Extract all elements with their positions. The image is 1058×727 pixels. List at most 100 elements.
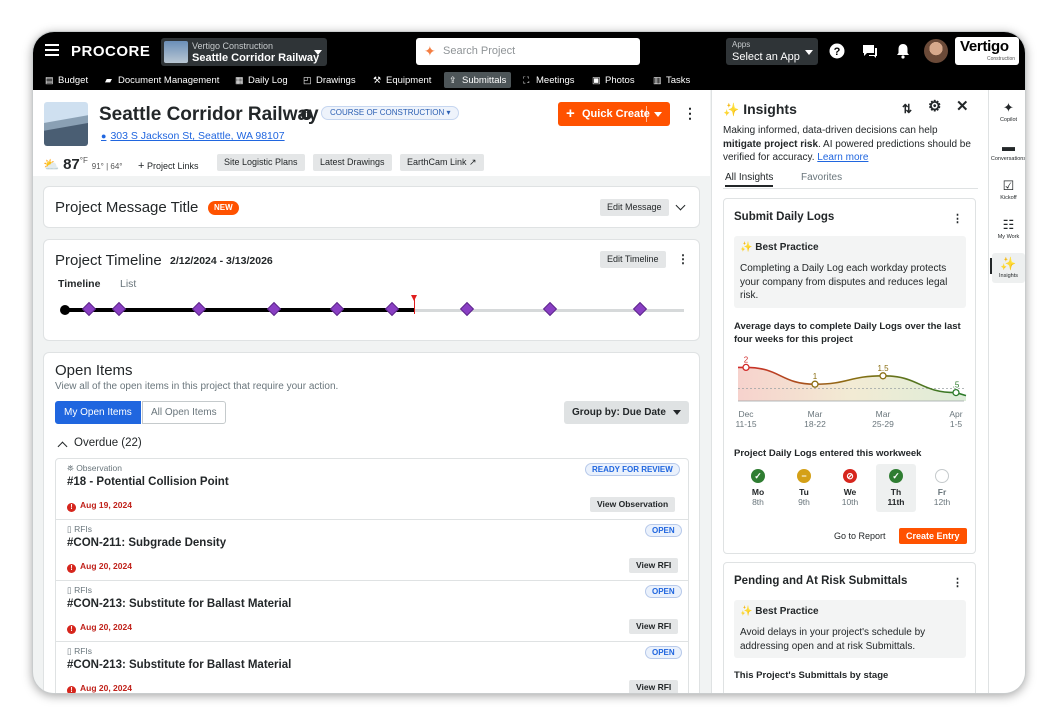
more-options-icon[interactable]: ⋮ bbox=[683, 106, 697, 120]
rail-kickoff[interactable]: ☑ Kickoff bbox=[989, 178, 1025, 202]
chevron-up-icon[interactable] bbox=[57, 441, 68, 452]
day-we[interactable]: ⊘ We 10th bbox=[830, 464, 870, 512]
menu-icon[interactable] bbox=[45, 44, 59, 56]
close-icon[interactable]: ✕ bbox=[956, 99, 969, 114]
view-observation-button[interactable]: View Observation bbox=[590, 497, 676, 512]
nav-budget[interactable]: ▤ Budget bbox=[40, 72, 93, 88]
tab-all-insights[interactable]: All Insights bbox=[725, 172, 774, 187]
procore-logo[interactable]: PROCORE bbox=[71, 43, 150, 60]
day-tu[interactable]: − Tu 9th bbox=[784, 464, 824, 512]
site-logistic-plans-link[interactable]: Site Logistic Plans bbox=[217, 154, 305, 171]
edit-timeline-button[interactable]: Edit Timeline bbox=[600, 251, 666, 268]
learn-more-link[interactable]: Learn more bbox=[817, 152, 868, 163]
all-open-items-tab[interactable]: All Open Items bbox=[142, 401, 226, 424]
nav-equipment[interactable]: ⚒ Equipment bbox=[368, 72, 436, 88]
more-options-icon[interactable]: ⋮ bbox=[952, 212, 963, 226]
item-title[interactable]: #CON-211: Subgrade Density bbox=[67, 537, 226, 549]
submittals-stage-title: This Project's Submittals by stage bbox=[734, 670, 889, 681]
chevron-down-icon[interactable] bbox=[654, 112, 662, 117]
budget-icon: ▤ bbox=[45, 75, 54, 85]
milestone-marker[interactable] bbox=[384, 301, 400, 317]
milestone-marker[interactable] bbox=[542, 301, 558, 317]
best-practice-text: Avoid delays in your project's schedule … bbox=[740, 627, 926, 652]
info-icon[interactable]: i bbox=[301, 109, 312, 120]
today-flag-icon bbox=[411, 295, 417, 301]
milestone-marker[interactable] bbox=[459, 301, 475, 317]
list-item[interactable]: ⛯ Observation #18 - Potential Collision … bbox=[56, 459, 688, 520]
sort-icon[interactable]: ⇅ bbox=[902, 102, 912, 116]
quick-create-button[interactable]: + Quick Create bbox=[558, 102, 670, 126]
list-item[interactable]: ▯ RFIs #CON-211: Subgrade Density ! Aug 2… bbox=[56, 520, 688, 581]
project-address-link[interactable]: ● 303 S Jackson St, Seattle, WA 98107 bbox=[101, 130, 285, 142]
view-rfi-button[interactable]: View RFI bbox=[629, 619, 679, 634]
nav-tasks[interactable]: ▥ Tasks bbox=[648, 72, 695, 88]
item-title[interactable]: #18 - Potential Collision Point bbox=[67, 476, 229, 488]
edit-message-button[interactable]: Edit Message bbox=[600, 199, 669, 216]
overdue-group-header[interactable]: Overdue (22) bbox=[74, 437, 142, 449]
nav-drawings[interactable]: ◰ Drawings bbox=[298, 72, 361, 88]
milestone-marker[interactable] bbox=[266, 301, 282, 317]
chart-point[interactable] bbox=[742, 363, 750, 372]
rail-my-work[interactable]: ☷ My Work bbox=[989, 217, 1025, 241]
view-rfi-button[interactable]: View RFI bbox=[629, 680, 679, 693]
my-open-items-tab[interactable]: My Open Items bbox=[55, 401, 141, 424]
rail-insights[interactable]: ✨ Insights bbox=[992, 253, 1025, 283]
list-item[interactable]: ▯ RFIs #CON-213: Substitute for Ballast … bbox=[56, 581, 688, 642]
create-entry-button[interactable]: Create Entry bbox=[899, 528, 967, 544]
more-options-icon[interactable]: ⋮ bbox=[677, 252, 689, 266]
external-link-icon: ↗ bbox=[469, 157, 477, 167]
notification-bell-icon[interactable] bbox=[895, 43, 911, 59]
milestone-marker[interactable] bbox=[191, 301, 207, 317]
item-title[interactable]: #CON-213: Substitute for Ballast Materia… bbox=[67, 659, 291, 671]
day-status-icon: ✓ bbox=[889, 469, 903, 483]
project-selector[interactable]: Vertigo Construction Seattle Corridor Ra… bbox=[161, 38, 327, 66]
more-options-icon[interactable]: ⋮ bbox=[952, 576, 963, 590]
nav-label: Equipment bbox=[386, 75, 432, 86]
user-avatar[interactable] bbox=[924, 39, 948, 63]
project-stage-badge[interactable]: COURSE OF CONSTRUCTION ▾ bbox=[321, 106, 460, 120]
group-by-dropdown[interactable]: Group by: Due Date bbox=[564, 401, 689, 424]
tab-list[interactable]: List bbox=[120, 278, 136, 290]
milestone-marker[interactable] bbox=[632, 301, 648, 317]
earthcam-link[interactable]: EarthCam Link ↗ bbox=[400, 154, 484, 171]
project-links-button[interactable]: + Project Links bbox=[138, 160, 198, 172]
chevron-down-icon[interactable] bbox=[675, 200, 686, 211]
gear-icon[interactable]: ⚙ bbox=[928, 99, 941, 114]
day-mo[interactable]: ✓ Mo 8th bbox=[738, 464, 778, 512]
nav-meetings[interactable]: ⛶ Meetings bbox=[518, 72, 580, 88]
nav-label: Daily Log bbox=[248, 75, 288, 86]
procore-search-icon: ✦ bbox=[424, 43, 436, 59]
view-rfi-button[interactable]: View RFI bbox=[629, 558, 679, 573]
nav-photos[interactable]: ▣ Photos bbox=[587, 72, 640, 88]
tab-timeline[interactable]: Timeline bbox=[58, 278, 100, 290]
quick-create-label: Quick Create bbox=[582, 108, 650, 120]
day-th[interactable]: ✓ Th 11th bbox=[876, 464, 916, 512]
day-fr[interactable]: Fr 12th bbox=[922, 464, 962, 512]
latest-drawings-link[interactable]: Latest Drawings bbox=[313, 154, 392, 171]
milestone-marker[interactable] bbox=[81, 301, 97, 317]
item-title[interactable]: #CON-213: Substitute for Ballast Materia… bbox=[67, 598, 291, 610]
chart-point[interactable] bbox=[879, 372, 887, 380]
apps-selector[interactable]: Apps Select an App bbox=[726, 38, 818, 65]
rail-copilot[interactable]: ✦ Copilot bbox=[989, 100, 1025, 124]
chart-point[interactable] bbox=[811, 380, 819, 388]
chart-point[interactable] bbox=[952, 388, 960, 397]
milestone-marker[interactable] bbox=[329, 301, 345, 317]
status-badge: OPEN bbox=[645, 585, 682, 598]
nav-submittals[interactable]: ⇪ Submittals bbox=[444, 72, 512, 88]
go-to-report-link[interactable]: Go to Report bbox=[834, 531, 886, 541]
bp-head-text: Best Practice bbox=[755, 606, 819, 617]
right-rail: ✦ Copilot ▬ Conversations ☑ Kickoff ☷ My Wor… bbox=[988, 90, 1025, 693]
list-item[interactable]: ▯ RFIs #CON-213: Substitute for Ballast … bbox=[56, 642, 688, 693]
nav-daily-log[interactable]: ▦ Daily Log bbox=[230, 72, 293, 88]
open-items-subtitle: View all of the open items in this proje… bbox=[55, 381, 339, 392]
help-icon[interactable]: ? bbox=[829, 43, 845, 59]
new-badge: NEW bbox=[208, 201, 239, 215]
rail-conversations[interactable]: ▬ Conversations bbox=[989, 139, 1025, 163]
tab-favorites[interactable]: Favorites bbox=[801, 172, 842, 183]
tab-divider bbox=[723, 188, 978, 189]
chat-icon[interactable] bbox=[862, 43, 878, 59]
nav-document-management[interactable]: ▰ Document Management bbox=[100, 72, 224, 88]
search-input[interactable]: ✦ Search Project bbox=[416, 38, 640, 65]
milestone-marker[interactable] bbox=[111, 301, 127, 317]
